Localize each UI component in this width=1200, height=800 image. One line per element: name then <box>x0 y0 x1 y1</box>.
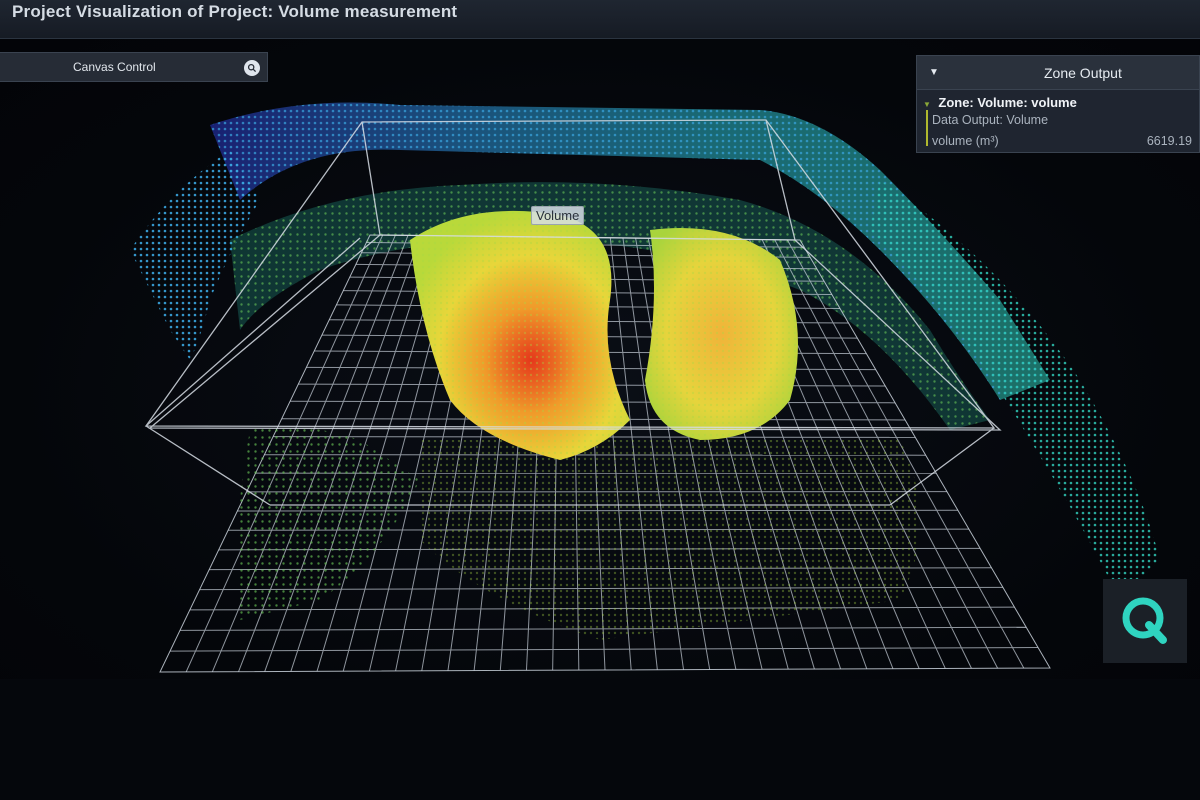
volume-label-tag[interactable]: Volume <box>531 206 585 225</box>
collapse-caret-icon[interactable]: ▼ <box>929 67 939 78</box>
volume-metric-label: volume (m³) <box>932 134 999 148</box>
floor-points-left <box>236 426 420 620</box>
stockpile-right-dots <box>645 228 798 440</box>
volume-metric-value: 6619.19 <box>1146 134 1192 148</box>
zone-tree-item[interactable]: ▼ Zone: Volume: volume <box>923 94 1077 112</box>
q-logo-icon <box>1103 579 1187 663</box>
zone-output-panel: ▼ Zone Output ▼ Zone: Volume: volume Dat… <box>916 55 1200 153</box>
canvas-control-label: Canvas Control <box>73 60 156 74</box>
tree-connector <box>926 110 928 146</box>
zone-name: Zone: Volume: volume <box>938 95 1077 110</box>
canvas-control-panel[interactable]: Canvas Control <box>0 52 268 82</box>
data-output-label: Data Output: Volume <box>932 113 1049 127</box>
zone-output-header[interactable]: ▼ Zone Output <box>917 56 1199 90</box>
search-icon[interactable] <box>244 60 260 76</box>
stockpile-left-dots <box>410 210 630 460</box>
zone-output-title: Zone Output <box>1044 65 1122 81</box>
tree-caret-icon[interactable]: ▼ <box>923 100 931 109</box>
